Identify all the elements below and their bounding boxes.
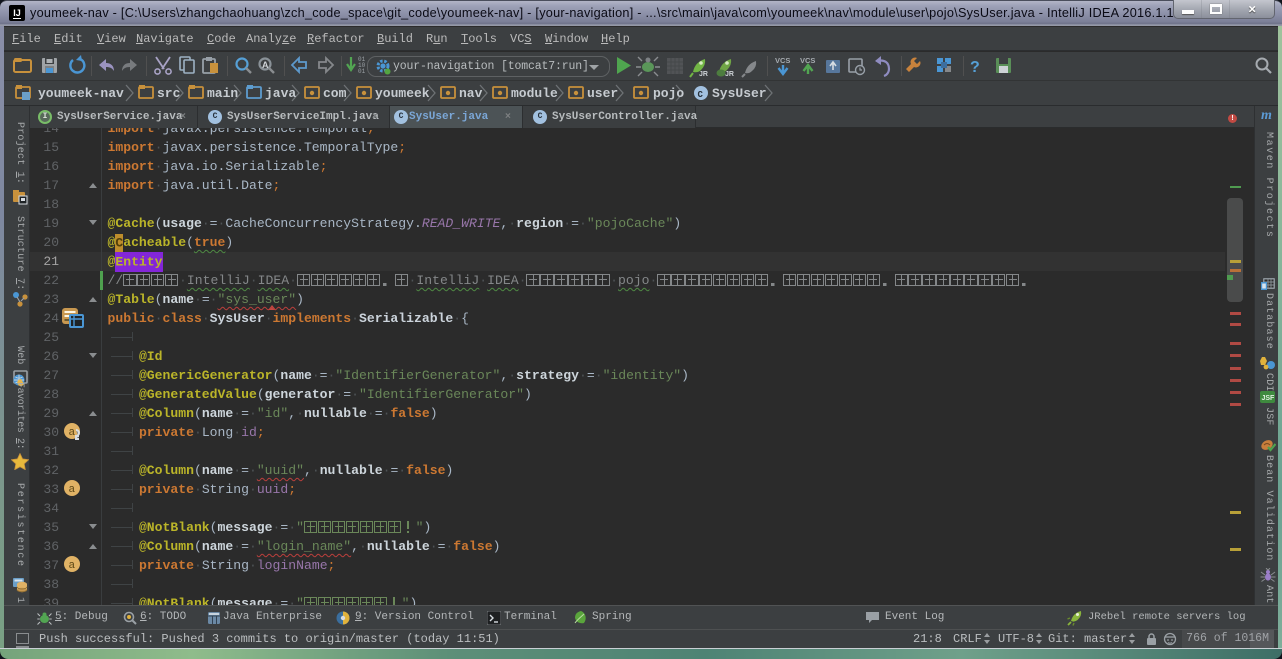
svg-text:JSF: JSF [1262, 395, 1276, 402]
svg-text:01: 01 [358, 68, 366, 75]
svg-text:JR: JR [725, 71, 734, 78]
svg-text:VCS: VCS [775, 56, 790, 65]
svg-text:JR: JR [699, 71, 708, 78]
svg-text:A: A [262, 60, 269, 70]
svg-text:?: ? [970, 59, 980, 76]
svg-text:C: C [698, 90, 704, 100]
